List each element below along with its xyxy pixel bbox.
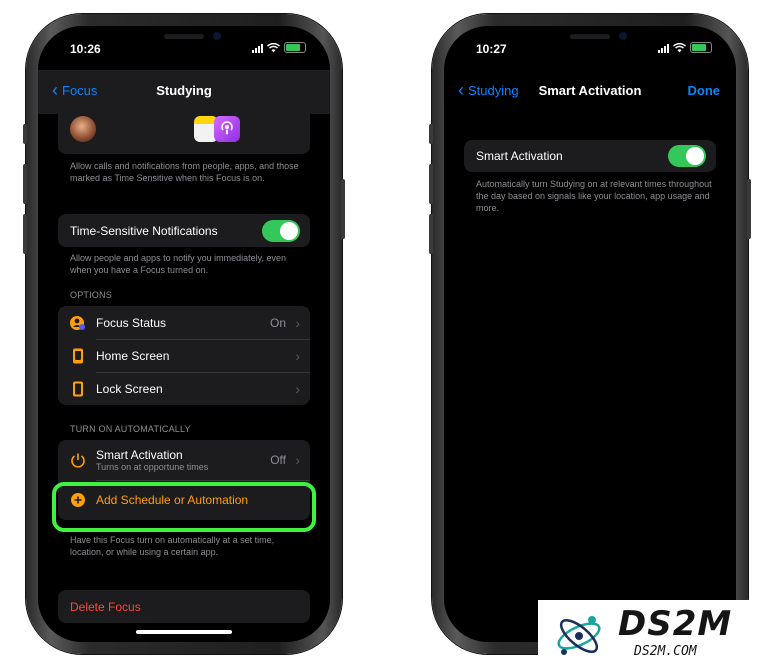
smart-activation-content: Smart Activation Automatically turn Stud…: [444, 114, 736, 642]
nav-bar: ‹ Focus Studying: [38, 70, 330, 114]
smart-activation-text: Smart Activation Turns on at opportune t…: [96, 448, 208, 472]
schedule-note: Have this Focus turn on automatically at…: [70, 535, 275, 557]
delete-group: Delete Focus: [58, 590, 310, 623]
smart-activation-value: Off: [270, 453, 286, 467]
watermark-logo-text: DS2M: [618, 604, 733, 644]
left-phone-frame: 10:26 ‹ Focus Studying Allow calls and n…: [23, 14, 345, 654]
auto-header: TURN ON AUTOMATICALLY: [70, 424, 191, 434]
delete-focus-label: Delete Focus: [70, 599, 141, 614]
notch: [515, 26, 665, 54]
time-sensitive-label: Time-Sensitive Notifications: [70, 223, 218, 238]
chevron-right-icon: ›: [295, 380, 300, 397]
smart-activation-toggle[interactable]: [668, 145, 706, 167]
wifi-icon: [673, 42, 686, 52]
focus-status-icon: [70, 315, 86, 331]
chevron-right-icon: ›: [295, 314, 300, 331]
option-value: On: [269, 315, 286, 330]
home-screen-icon: [70, 348, 86, 364]
watermark-url: DS2M.COM: [634, 644, 697, 659]
battery-icon: [284, 42, 306, 53]
options-header: OPTIONS: [70, 290, 112, 300]
watermark: DS2M DS2M.COM: [538, 600, 776, 668]
chevron-right-icon: ›: [295, 452, 300, 468]
smart-activation-group: Smart Activation: [464, 140, 716, 172]
time-sensitive-note: Allow people and apps to notify you imme…: [70, 253, 286, 275]
allow-note: Allow calls and notifications from peopl…: [70, 161, 299, 183]
right-phone-screen: 10:27 ‹ Studying Smart Activation Done S…: [444, 26, 736, 642]
time-sensitive-group: Time-Sensitive Notifications: [58, 214, 310, 247]
option-label: Lock Screen: [96, 381, 163, 396]
smart-activation-note: Automatically turn Studying on at releva…: [476, 179, 712, 213]
allowed-person-avatar: [70, 116, 96, 142]
notch: [109, 26, 259, 54]
add-schedule-highlight: [52, 482, 316, 532]
time-sensitive-row[interactable]: Time-Sensitive Notifications: [58, 214, 310, 247]
left-phone-screen: 10:26 ‹ Focus Studying Allow calls and n…: [38, 26, 330, 642]
home-indicator[interactable]: [136, 630, 232, 634]
done-button[interactable]: Done: [688, 83, 721, 98]
option-lock-screen[interactable]: Lock Screen ›: [58, 372, 310, 405]
smart-activation-row[interactable]: Smart Activation Turns on at opportune t…: [58, 440, 310, 480]
delete-focus-button[interactable]: Delete Focus: [58, 590, 310, 623]
atom-logo-icon: [557, 616, 601, 655]
option-label: Focus Status: [96, 315, 167, 330]
time-sensitive-toggle[interactable]: [262, 219, 300, 242]
options-group: Focus Status On › Home Screen › Lock Scr…: [58, 306, 310, 405]
smart-activation-label: Smart Activation: [476, 149, 563, 163]
nav-bar: ‹ Studying Smart Activation Done: [444, 70, 736, 114]
option-focus-status[interactable]: Focus Status On ›: [58, 306, 310, 339]
battery-icon: [690, 42, 712, 53]
allowed-card[interactable]: [58, 114, 310, 154]
smart-activation-label: Smart Activation: [96, 448, 183, 462]
right-phone-frame: 10:27 ‹ Studying Smart Activation Done S…: [429, 14, 751, 654]
chevron-right-icon: ›: [295, 347, 300, 364]
smart-activation-row[interactable]: Smart Activation: [464, 140, 716, 172]
option-label: Home Screen: [96, 348, 170, 363]
page-title: Studying: [156, 83, 212, 98]
option-home-screen[interactable]: Home Screen ›: [58, 339, 310, 372]
lock-screen-icon: [70, 381, 86, 397]
focus-settings-content: Allow calls and notifications from peopl…: [38, 114, 330, 642]
podcasts-app-icon: [214, 116, 240, 142]
power-icon: [70, 452, 86, 468]
smart-activation-sublabel: Turns on at opportune times: [96, 462, 209, 472]
status-time: 10:26: [70, 42, 101, 56]
wifi-icon: [267, 42, 280, 52]
status-time: 10:27: [476, 42, 507, 56]
